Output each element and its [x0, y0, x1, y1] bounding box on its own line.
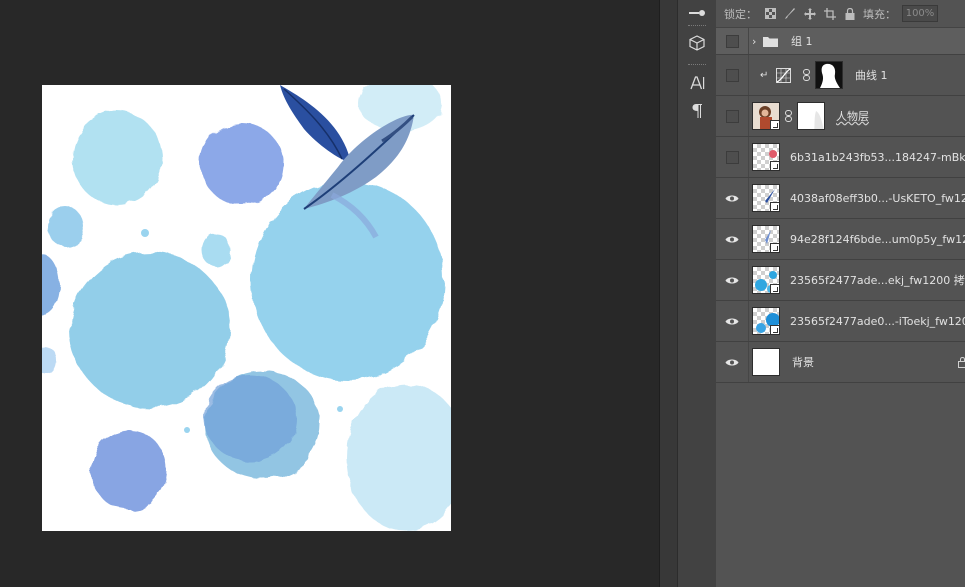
- layer-name: 23565f2477ade...ekj_fw1200 拷贝: [790, 274, 965, 287]
- watercolor-blob: [346, 383, 451, 531]
- layer-name: 曲线 1: [855, 69, 888, 82]
- move-icon[interactable]: [803, 7, 817, 21]
- folder-icon: [763, 28, 778, 54]
- visibility-off-icon: [725, 109, 739, 123]
- smart-object-badge: [770, 202, 779, 211]
- lock-label: 锁定：: [724, 7, 757, 21]
- panel-grip[interactable]: [688, 64, 706, 67]
- layer-mask-thumbnail[interactable]: [815, 61, 843, 89]
- character-panel-icon[interactable]: [678, 70, 716, 96]
- watercolor-blob: [201, 123, 283, 205]
- visibility-toggle[interactable]: [716, 137, 749, 177]
- visibility-toggle[interactable]: [716, 342, 749, 382]
- visibility-toggle[interactable]: [716, 178, 749, 218]
- paragraph-panel-icon[interactable]: [678, 98, 716, 124]
- panel-grip[interactable]: [688, 25, 706, 28]
- brush-settings-icon[interactable]: [678, 0, 716, 26]
- layer-name: 23565f2477ade0...-iToekj_fw1200: [790, 314, 965, 328]
- panel-collapse-strip[interactable]: [659, 0, 678, 587]
- layer-name: 组 1: [791, 35, 813, 48]
- brush-icon[interactable]: [783, 7, 797, 21]
- watercolor-blob: [72, 111, 162, 205]
- document-workspace[interactable]: [0, 0, 659, 587]
- fill-label: 填充：: [863, 7, 896, 21]
- visibility-toggle[interactable]: [716, 219, 749, 259]
- lock-icon[interactable]: [843, 7, 857, 21]
- smart-object-badge: [770, 284, 779, 293]
- eye-icon: [725, 359, 739, 365]
- paint-dot: [337, 406, 343, 412]
- layer-thumbnail[interactable]: [752, 143, 780, 171]
- visibility-off-icon: [725, 150, 739, 164]
- mask-link-icon[interactable]: [802, 69, 810, 81]
- layer-row-group[interactable]: › 组 1: [716, 28, 965, 55]
- layer-row[interactable]: 23565f2477ade...ekj_fw1200 拷贝: [716, 260, 965, 301]
- watercolor-blob: [48, 207, 84, 247]
- watercolor-blob: [91, 430, 167, 510]
- layer-name: 4038af08eff3b0...-UsKETO_fw1200: [790, 191, 965, 205]
- paint-dot: [184, 427, 190, 433]
- eye-icon: [725, 195, 739, 201]
- layer-thumbnail[interactable]: [752, 184, 780, 212]
- crop-icon[interactable]: [823, 7, 837, 21]
- watercolor-blob: [70, 252, 230, 408]
- document-canvas[interactable]: [42, 85, 451, 531]
- lock-icon: [958, 342, 965, 382]
- layer-row[interactable]: 6b31a1b243fb53...184247-mBkhjf: [716, 137, 965, 178]
- smart-object-badge: [770, 325, 779, 334]
- layer-thumbnail[interactable]: [752, 102, 780, 130]
- visibility-toggle[interactable]: [716, 260, 749, 300]
- visibility-toggle[interactable]: [716, 55, 749, 95]
- visibility-toggle[interactable]: [716, 28, 749, 54]
- paint-dot: [141, 229, 149, 237]
- layer-thumbnail[interactable]: [752, 266, 780, 294]
- layer-name: 背景: [792, 356, 814, 369]
- lock-bar: 锁定： 填充： 100%: [716, 0, 965, 28]
- layer-row-curves[interactable]: ↵ 曲线 1: [716, 55, 965, 96]
- checker-icon[interactable]: [763, 7, 777, 21]
- watercolor-blob: [204, 375, 296, 461]
- visibility-off-icon: [725, 34, 739, 48]
- eye-icon: [725, 236, 739, 242]
- layer-name: 94e28f124f6bde...um0p5y_fw1200: [790, 232, 965, 246]
- smart-object-badge: [770, 243, 779, 252]
- smart-object-badge: [770, 161, 779, 170]
- smart-object-badge: [770, 120, 779, 129]
- 3d-cube-icon[interactable]: [678, 30, 716, 56]
- layer-row[interactable]: 23565f2477ade0...-iToekj_fw1200: [716, 301, 965, 342]
- layer-row[interactable]: 4038af08eff3b0...-UsKETO_fw1200: [716, 178, 965, 219]
- layer-row[interactable]: 94e28f124f6bde...um0p5y_fw1200: [716, 219, 965, 260]
- layer-thumbnail[interactable]: [752, 225, 780, 253]
- clip-arrow-icon: ↵: [760, 69, 769, 81]
- layer-name: 人物层: [836, 110, 869, 123]
- layer-row-person[interactable]: 人物层: [716, 96, 965, 137]
- layer-thumbnail[interactable]: [752, 348, 780, 376]
- layer-name: 6b31a1b243fb53...184247-mBkhjf: [790, 150, 965, 164]
- layers-panel: 锁定： 填充： 100% › 组 1 ↵ 曲线 1 人物层 6b31a1b243…: [716, 0, 965, 587]
- eye-icon: [725, 318, 739, 324]
- eye-icon: [725, 277, 739, 283]
- chevron-right-icon[interactable]: ›: [752, 28, 756, 54]
- curves-adjustment-icon: [776, 55, 791, 95]
- layer-row-background[interactable]: 背景: [716, 342, 965, 383]
- visibility-off-icon: [725, 68, 739, 82]
- watercolor-blob: [42, 255, 60, 315]
- fill-input[interactable]: 100%: [902, 5, 938, 22]
- feather-dark: [280, 85, 351, 163]
- visibility-toggle[interactable]: [716, 96, 749, 136]
- mask-link-icon[interactable]: [784, 110, 792, 122]
- watercolor-blob: [42, 346, 56, 374]
- layer-mask-thumbnail[interactable]: [797, 102, 825, 130]
- canvas-artwork: [42, 85, 451, 531]
- watercolor-blob: [252, 181, 444, 381]
- watercolor-blob: [202, 233, 230, 267]
- panel-icon-strip: [677, 0, 717, 587]
- layer-thumbnail[interactable]: [752, 307, 780, 335]
- visibility-toggle[interactable]: [716, 301, 749, 341]
